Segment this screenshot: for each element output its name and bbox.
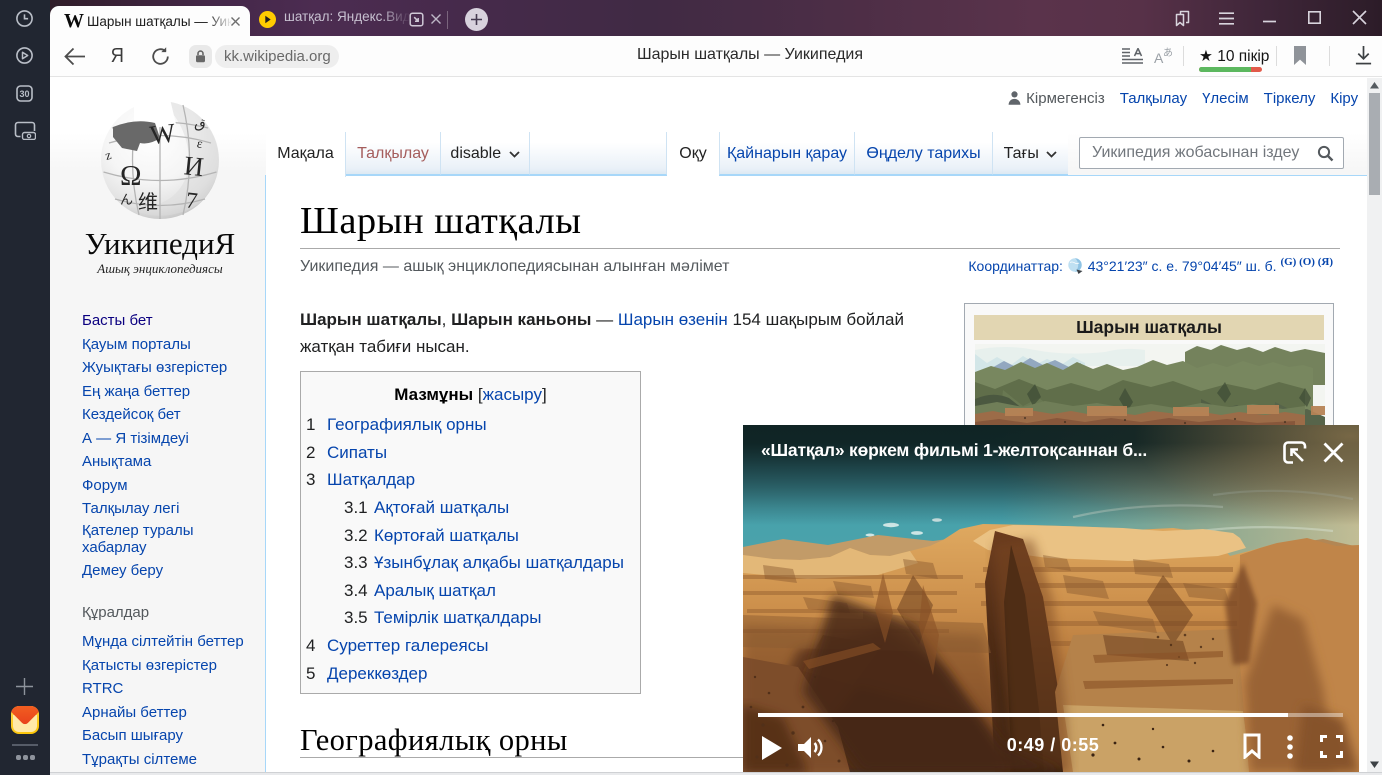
svg-text:7: 7	[185, 187, 199, 213]
svg-text:W: W	[148, 117, 177, 150]
svg-text:あ: あ	[1163, 47, 1173, 59]
svg-text:И: И	[183, 150, 206, 182]
svg-text:ん: ん	[120, 192, 133, 207]
svg-text:Ω: Ω	[120, 160, 142, 192]
svg-text:维: 维	[138, 191, 158, 214]
svg-text:30: 30	[19, 89, 29, 99]
